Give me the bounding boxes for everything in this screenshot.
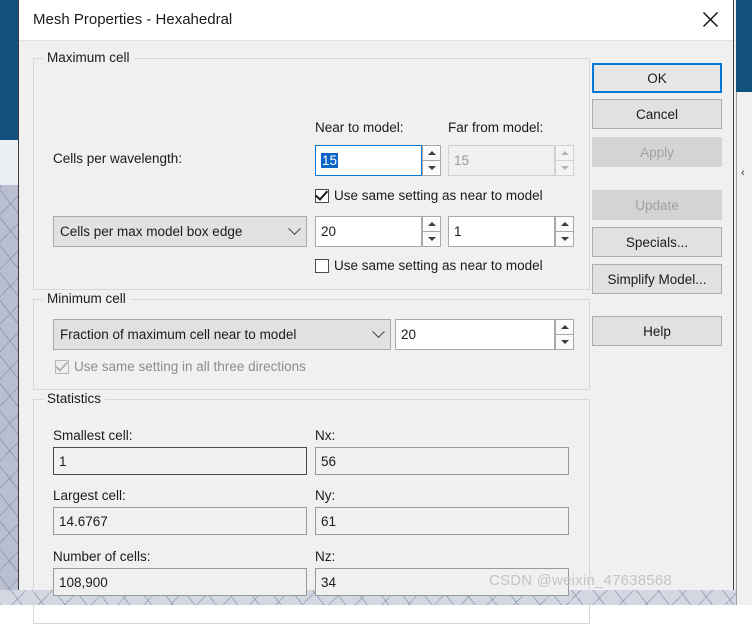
arrow-down-icon <box>560 166 569 170</box>
background-panel-right <box>736 92 752 605</box>
max-box-edge-far-input[interactable]: 1 <box>448 216 555 247</box>
max-box-edge-far-spinner[interactable] <box>555 216 574 247</box>
nz-value: 34 <box>321 574 337 590</box>
cells-per-wavelength-near-spinner[interactable] <box>422 145 441 176</box>
cancel-button[interactable]: Cancel <box>592 99 722 129</box>
max-box-edge-near-value: 20 <box>321 224 337 239</box>
checkbox-box-unchecked-icon <box>315 258 329 273</box>
column-header-far-from-model: Far from model: <box>448 120 544 135</box>
spinner-up-button <box>555 145 574 161</box>
label-largest-cell: Largest cell: <box>53 488 126 503</box>
close-icon <box>702 11 719 28</box>
dialog-body: Maximum cell Near to model: Far from mod… <box>19 41 733 624</box>
checkbox-use-same-setting-wavelength[interactable]: Use same setting as near to model <box>314 186 543 203</box>
simplify-model-button[interactable]: Simplify Model... <box>592 264 722 294</box>
max-box-edge-near-input[interactable]: 20 <box>315 216 422 247</box>
group-statistics-title: Statistics <box>43 391 106 406</box>
arrow-down-icon <box>427 237 436 241</box>
cells-per-wavelength-far-value: 15 <box>454 153 470 168</box>
max-box-edge-near-spinner[interactable] <box>422 216 441 247</box>
cells-per-wavelength-near-value: 15 <box>321 153 339 168</box>
largest-cell-field[interactable]: 14.6767 <box>53 507 307 535</box>
combo-max-cell-mode[interactable]: Cells per max model box edge <box>53 216 307 247</box>
label-ny: Ny: <box>315 488 336 503</box>
chevron-down-icon <box>282 222 306 236</box>
min-cell-spinner[interactable] <box>555 319 574 350</box>
background-mesh-pattern-left <box>0 185 20 605</box>
spinner-up-button[interactable] <box>422 216 441 232</box>
spinner-up-button[interactable] <box>555 216 574 232</box>
arrow-up-icon <box>560 325 569 329</box>
spinner-up-button[interactable] <box>555 319 574 335</box>
min-cell-value-input[interactable]: 20 <box>395 319 555 350</box>
checkbox-label: Use same setting as near to model <box>334 188 543 203</box>
checkbox-box-checked-disabled-icon <box>54 357 69 374</box>
combo-min-cell-mode-value: Fraction of maximum cell near to model <box>60 327 297 342</box>
checkbox-use-same-setting-all-directions: Use same setting in all three directions <box>54 357 306 374</box>
check-mark-icon <box>54 357 69 372</box>
close-button[interactable] <box>687 0 733 39</box>
arrow-up-icon <box>560 151 569 155</box>
label-number-of-cells: Number of cells: <box>53 549 151 564</box>
arrow-down-icon <box>560 340 569 344</box>
group-minimum-cell-title: Minimum cell <box>43 291 130 306</box>
checkbox-box-checked-icon <box>314 186 329 203</box>
number-of-cells-field[interactable]: 108,900 <box>53 568 307 596</box>
dialog-titlebar[interactable]: Mesh Properties - Hexahedral <box>19 0 733 41</box>
group-maximum-cell-title: Maximum cell <box>43 50 134 65</box>
checkbox-use-same-setting-box-edge[interactable]: Use same setting as near to model <box>315 258 543 273</box>
background-accent-strip-right <box>736 0 752 92</box>
label-nx: Nx: <box>315 428 336 443</box>
spinner-down-button[interactable] <box>422 232 441 247</box>
mesh-properties-dialog: Mesh Properties - Hexahedral Maximum cel… <box>18 0 734 624</box>
combo-max-cell-mode-value: Cells per max model box edge <box>60 224 243 239</box>
nx-field[interactable]: 56 <box>315 447 569 475</box>
min-cell-value: 20 <box>401 327 417 342</box>
smallest-cell-value: 1 <box>59 453 67 469</box>
watermark: CSDN @weixin_47638568 <box>489 572 672 589</box>
background-accent-strip-left <box>0 0 18 140</box>
ny-field[interactable]: 61 <box>315 507 569 535</box>
chevron-down-icon <box>366 325 390 339</box>
label-cells-per-wavelength: Cells per wavelength: <box>53 151 183 166</box>
ny-value: 61 <box>321 513 337 529</box>
label-nz: Nz: <box>315 549 336 564</box>
help-button[interactable]: Help <box>592 316 722 346</box>
max-box-edge-far-value: 1 <box>454 224 462 239</box>
arrow-up-icon <box>427 222 436 226</box>
cells-per-wavelength-far-spinner <box>555 145 574 176</box>
cells-per-wavelength-near-input[interactable]: 15 <box>315 145 422 176</box>
update-button: Update <box>592 190 722 220</box>
smallest-cell-field[interactable]: 1 <box>53 447 307 475</box>
nx-value: 56 <box>321 453 337 469</box>
arrow-down-icon <box>427 166 436 170</box>
column-header-near-to-model: Near to model: <box>315 120 404 135</box>
arrow-up-icon <box>427 151 436 155</box>
arrow-down-icon <box>560 237 569 241</box>
checkbox-label: Use same setting in all three directions <box>74 359 306 374</box>
check-mark-icon <box>314 186 329 201</box>
spinner-down-button[interactable] <box>555 335 574 350</box>
cells-per-wavelength-far-input: 15 <box>448 145 555 176</box>
spinner-down-button <box>555 161 574 176</box>
spinner-up-button[interactable] <box>422 145 441 161</box>
number-of-cells-value: 108,900 <box>59 574 108 590</box>
arrow-up-icon <box>560 222 569 226</box>
dialog-title: Mesh Properties - Hexahedral <box>33 11 233 28</box>
apply-button: Apply <box>592 137 722 167</box>
spinner-down-button[interactable] <box>555 232 574 247</box>
largest-cell-value: 14.6767 <box>59 513 108 529</box>
checkbox-label: Use same setting as near to model <box>334 258 543 273</box>
ok-button[interactable]: OK <box>592 63 722 93</box>
background-panel-marks: ‹ <box>741 167 745 179</box>
combo-min-cell-mode[interactable]: Fraction of maximum cell near to model <box>53 319 391 350</box>
spinner-down-button[interactable] <box>422 161 441 176</box>
specials-button[interactable]: Specials... <box>592 227 722 257</box>
label-smallest-cell: Smallest cell: <box>53 428 133 443</box>
